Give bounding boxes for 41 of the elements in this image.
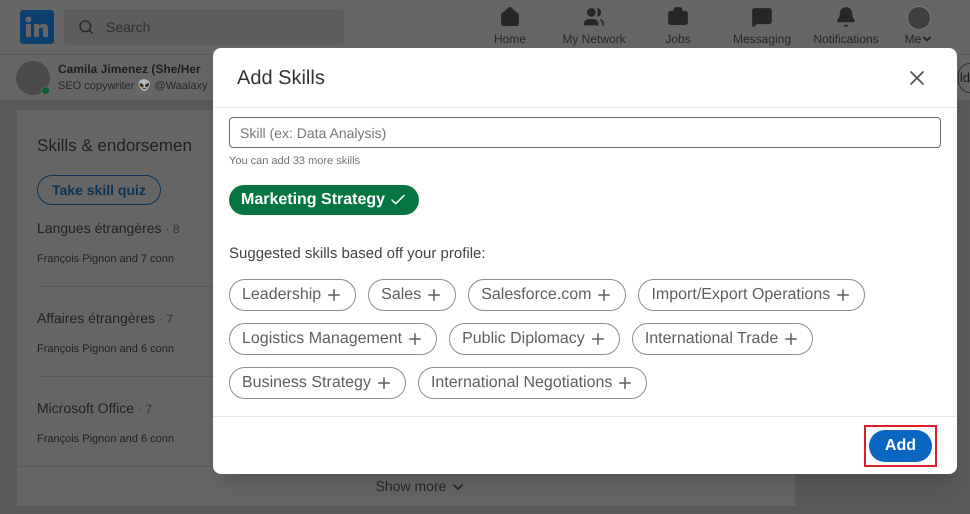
jobs-icon <box>667 6 689 28</box>
skill-input-field[interactable]: Skill (ex: Data Analysis) <box>229 117 941 148</box>
endorsers-text: François Pignon and 6 conn <box>37 342 174 356</box>
skill-name[interactable]: Microsoft Office <box>37 399 134 417</box>
profile-name: Camila Jimenez (She/Her <box>58 60 202 78</box>
dialog-title: Add Skills <box>237 66 325 90</box>
skill-chip[interactable]: Logistics Management <box>229 323 438 355</box>
home-icon <box>499 6 521 28</box>
nav-item[interactable]: Messaging <box>720 6 804 48</box>
suggested-heading: Suggested skills based off your profile: <box>229 244 487 264</box>
endorsers-text: François Pignon and 6 conn <box>37 432 174 446</box>
skill-chip[interactable]: Leadership <box>229 279 356 311</box>
nav-item[interactable]: Me <box>888 6 950 48</box>
profile-headline: SEO copywriter 👽 @Waalaxy <box>58 78 208 94</box>
skill-chip[interactable]: Sales <box>368 279 456 311</box>
skill-chip[interactable]: International Negotiations <box>418 367 648 399</box>
skill-chip[interactable]: International Trade <box>632 323 814 355</box>
search-icon <box>78 19 94 35</box>
nav-item[interactable]: My Network <box>552 6 636 48</box>
quiz-button[interactable]: Take skill quiz <box>37 175 161 205</box>
show-more-button[interactable]: Show more <box>376 476 466 497</box>
skill-name[interactable]: Langues étrangères <box>37 219 162 237</box>
skill-chip[interactable]: Public Diplomacy <box>449 323 620 355</box>
skill-chip[interactable]: Salesforce.com <box>468 279 626 311</box>
skill-chip[interactable]: Marketing Strategy <box>229 184 420 214</box>
avatar-icon <box>16 60 50 94</box>
avatar-icon <box>907 6 931 30</box>
skill-name[interactable]: Affaires étrangères <box>37 309 156 327</box>
messaging-icon <box>751 6 773 28</box>
notifications-icon <box>835 6 857 28</box>
network-icon <box>583 6 605 28</box>
endorsers-text: François Pignon and 7 conn <box>37 252 174 266</box>
nav-item[interactable]: Home <box>468 6 552 48</box>
helper-text: You can add 33 more skills <box>229 154 362 169</box>
logo-icon <box>20 10 54 44</box>
section-title: Skills & endorsemen <box>37 135 192 157</box>
nav-item[interactable]: Jobs <box>636 6 720 48</box>
nav-item[interactable]: Notifications <box>804 6 888 48</box>
add-button[interactable]: Add <box>868 430 932 462</box>
skill-chip[interactable]: Import/Export Operations <box>638 279 866 311</box>
skill-chip[interactable]: Business Strategy <box>229 367 406 399</box>
